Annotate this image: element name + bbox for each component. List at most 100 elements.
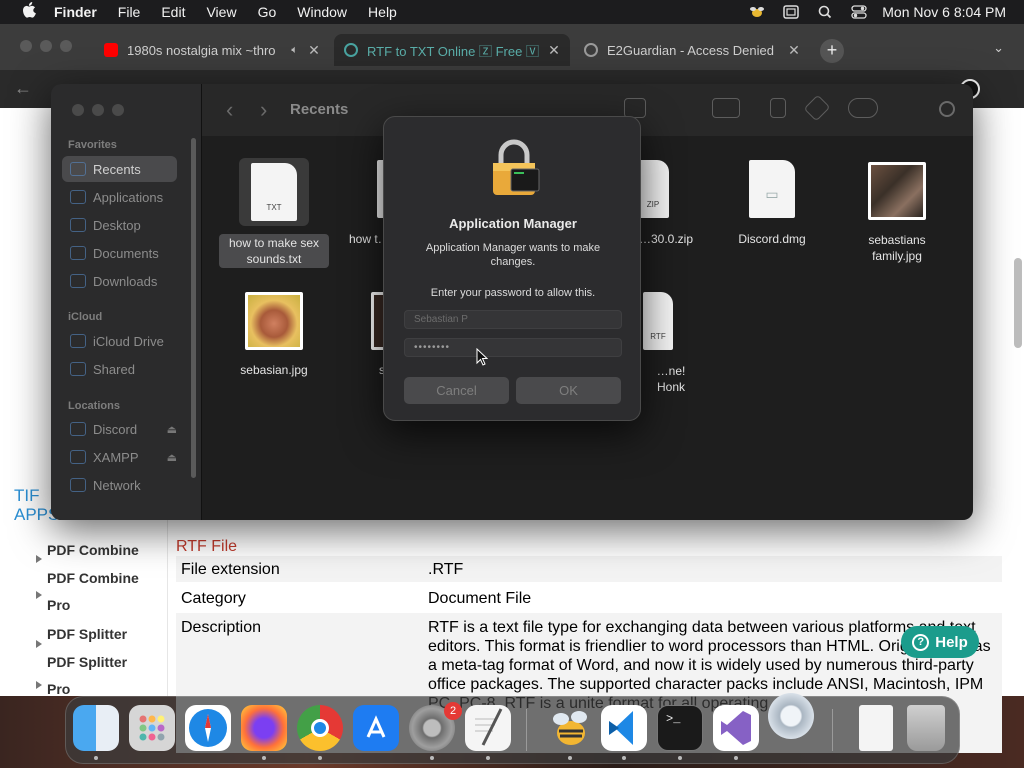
sidebar-item-recents[interactable]: Recents bbox=[62, 156, 177, 182]
sidebar-item-label: iCloud Drive bbox=[93, 333, 164, 349]
tab-close-icon[interactable]: ✕ bbox=[546, 42, 562, 59]
visual-studio-icon[interactable] bbox=[713, 705, 759, 751]
menu-edit[interactable]: Edit bbox=[161, 4, 185, 20]
tab-close-icon[interactable]: ✕ bbox=[306, 42, 322, 59]
question-icon: ? bbox=[912, 633, 930, 651]
menu-clock[interactable]: Mon Nov 6 8:04 PM bbox=[882, 4, 1006, 20]
tab-youtube[interactable]: 1980s nostalgia mix ~thro 🔈︎ ✕ bbox=[94, 34, 330, 66]
menu-app-name[interactable]: Finder bbox=[54, 4, 97, 20]
vscode-icon[interactable] bbox=[601, 705, 647, 751]
window-icon[interactable] bbox=[782, 5, 800, 19]
sidebar-item-xampp[interactable]: XAMPP ⏏ bbox=[62, 444, 177, 470]
apple-menu-icon[interactable] bbox=[20, 2, 38, 22]
chrome-icon[interactable] bbox=[297, 705, 343, 751]
running-indicator bbox=[568, 756, 572, 760]
share-icon[interactable] bbox=[770, 98, 786, 118]
page-scrollbar[interactable] bbox=[1014, 258, 1022, 348]
speaker-icon[interactable]: 🔈︎ bbox=[291, 44, 298, 57]
finder-close-button[interactable] bbox=[72, 104, 84, 116]
search-icon[interactable] bbox=[816, 5, 834, 19]
expand-triangle-icon[interactable] bbox=[36, 640, 42, 648]
search-icon[interactable] bbox=[939, 101, 955, 117]
sidebar-item-network[interactable]: Network bbox=[62, 472, 177, 498]
expand-triangle-icon[interactable] bbox=[36, 555, 42, 563]
file-item[interactable]: ▭ Discord.dmg bbox=[717, 160, 827, 247]
sidebar-item-downloads[interactable]: Downloads bbox=[62, 268, 177, 294]
expand-triangle-icon[interactable] bbox=[36, 591, 42, 599]
tag-icon[interactable] bbox=[803, 94, 831, 122]
disk-image-icon: ▭ bbox=[749, 160, 795, 218]
tab-rtf-to-txt[interactable]: RTF to TXT Online 🅉 Free 🅅 ✕ bbox=[334, 34, 570, 66]
system-settings-icon[interactable]: 2 bbox=[409, 702, 462, 751]
back-arrow-icon[interactable]: ← bbox=[14, 78, 32, 99]
preview-document-icon[interactable] bbox=[859, 705, 893, 751]
menu-go[interactable]: Go bbox=[258, 4, 277, 20]
menu-help[interactable]: Help bbox=[368, 4, 397, 20]
eject-icon[interactable]: ⏏ bbox=[167, 451, 177, 464]
password-field[interactable]: •••••••• bbox=[404, 338, 622, 357]
expand-triangle-icon[interactable] bbox=[36, 681, 42, 689]
ok-button[interactable]: OK bbox=[516, 377, 621, 404]
trash-icon[interactable] bbox=[907, 705, 945, 751]
sidebar-item-shared[interactable]: Shared bbox=[62, 356, 177, 382]
file-item[interactable]: sebasian.jpg bbox=[219, 292, 329, 378]
sidebar-item-discord[interactable]: Discord ⏏ bbox=[62, 416, 177, 442]
back-chevron-icon[interactable]: ‹ bbox=[226, 97, 233, 123]
view-grid-icon[interactable] bbox=[624, 98, 646, 118]
sidebar-item-pdf-combine-pro[interactable]: PDF Combine Pro bbox=[47, 565, 147, 619]
textedit-icon[interactable] bbox=[465, 705, 511, 751]
forward-chevron-icon[interactable]: › bbox=[260, 97, 267, 123]
terminal-icon[interactable]: >_ bbox=[657, 705, 703, 751]
cancel-button[interactable]: Cancel bbox=[404, 377, 509, 404]
file-item[interactable]: sebastians family.jpg bbox=[842, 162, 952, 264]
zoom-window-button[interactable] bbox=[60, 40, 72, 52]
table-value: Document File bbox=[428, 590, 532, 607]
eject-icon[interactable]: ⏏ bbox=[167, 423, 177, 436]
sidebar-item-label: Network bbox=[93, 477, 141, 493]
close-window-button[interactable] bbox=[20, 40, 32, 52]
new-tab-button[interactable]: + bbox=[820, 39, 844, 63]
tab-e2guardian[interactable]: E2Guardian - Access Denied ✕ bbox=[574, 34, 810, 66]
file-item[interactable]: TXT how to make sex sounds.txt bbox=[219, 158, 329, 268]
disk-icon bbox=[70, 422, 86, 436]
converter-icon bbox=[344, 43, 358, 57]
cyberduck-icon[interactable] bbox=[547, 705, 593, 751]
finder-sidebar: Favorites Recents Applications Desktop D… bbox=[51, 84, 202, 520]
file-item[interactable]: ZIP …30.0.zip bbox=[631, 160, 701, 247]
minimize-window-button[interactable] bbox=[40, 40, 52, 52]
sidebar-item-desktop[interactable]: Desktop bbox=[62, 212, 177, 238]
menu-view[interactable]: View bbox=[206, 4, 236, 20]
gear-icon[interactable] bbox=[768, 693, 814, 739]
finder-minimize-button[interactable] bbox=[92, 104, 104, 116]
app-store-icon[interactable] bbox=[353, 705, 399, 751]
sidebar-item-icloud-drive[interactable]: iCloud Drive bbox=[62, 328, 177, 354]
file-item[interactable]: RTF …ne! Honk bbox=[641, 292, 701, 395]
running-indicator bbox=[678, 756, 682, 760]
safari-icon[interactable] bbox=[185, 705, 231, 751]
more-actions-icon[interactable] bbox=[848, 98, 878, 118]
sidebar-item-pdf-splitter-pro[interactable]: PDF Splitter Pro bbox=[47, 649, 147, 703]
firefox-icon[interactable] bbox=[241, 705, 287, 751]
finder-zoom-button[interactable] bbox=[112, 104, 124, 116]
running-indicator bbox=[430, 756, 434, 760]
sidebar-item-applications[interactable]: Applications bbox=[62, 184, 177, 210]
username-field[interactable]: Sebastian P bbox=[404, 310, 622, 329]
sidebar-item-pdf-combine[interactable]: PDF Combine bbox=[47, 537, 139, 564]
finder-dock-icon[interactable] bbox=[73, 705, 119, 751]
tab-list-chevron-icon[interactable]: ⌄ bbox=[993, 40, 1004, 56]
sidebar-item-documents[interactable]: Documents bbox=[62, 240, 177, 266]
bee-icon[interactable] bbox=[748, 5, 766, 19]
sidebar-heading-link[interactable]: TIF APPS bbox=[14, 486, 59, 524]
sidebar-scrollbar[interactable] bbox=[191, 138, 196, 478]
applications-icon bbox=[70, 190, 86, 204]
sidebar-item-label: Shared bbox=[93, 361, 135, 377]
tab-label: RTF to TXT Online 🅉 Free 🅅 bbox=[367, 43, 539, 59]
control-center-icon[interactable] bbox=[850, 5, 868, 19]
sidebar-item-pdf-splitter[interactable]: PDF Splitter bbox=[47, 621, 127, 648]
menu-file[interactable]: File bbox=[118, 4, 141, 20]
help-button[interactable]: ? Help bbox=[901, 626, 979, 658]
launchpad-icon[interactable] bbox=[129, 705, 175, 751]
menu-window[interactable]: Window bbox=[297, 4, 347, 20]
tab-close-icon[interactable]: ✕ bbox=[786, 42, 802, 59]
group-icon[interactable] bbox=[712, 98, 740, 118]
